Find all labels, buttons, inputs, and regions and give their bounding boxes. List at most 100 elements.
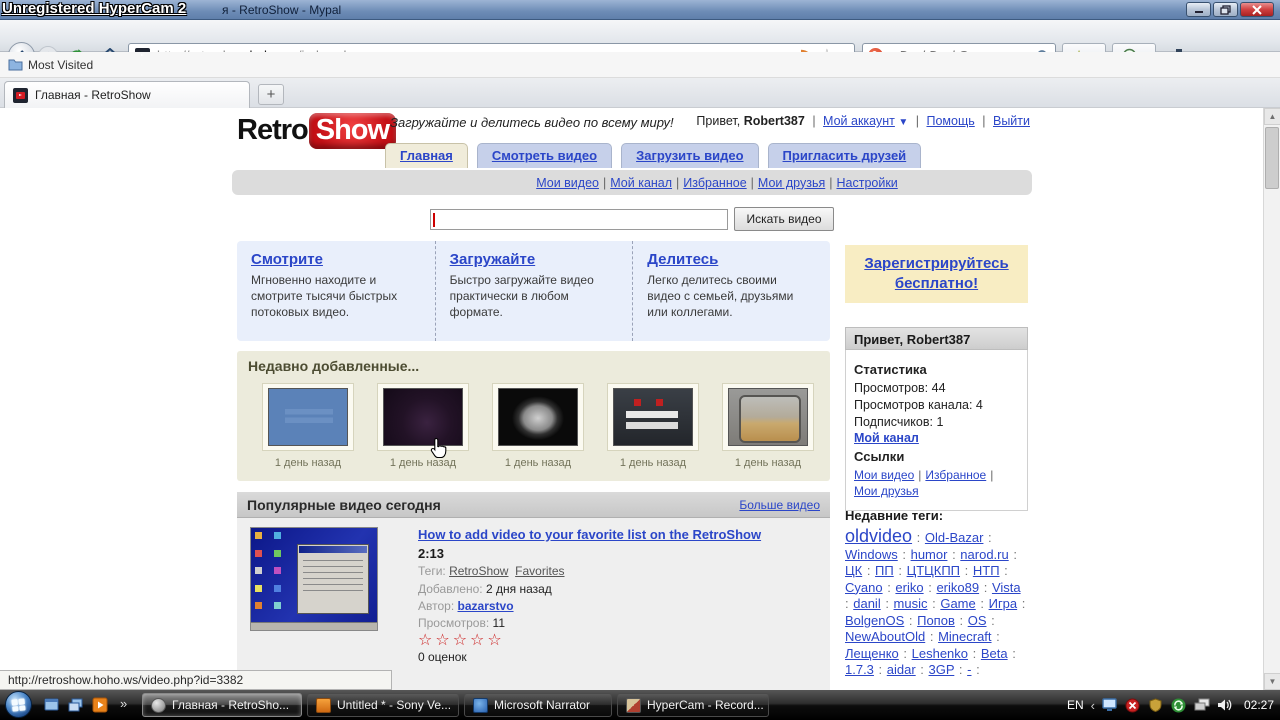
tab-active[interactable]: Главная - RetroShow bbox=[4, 81, 250, 108]
video-thumbnail[interactable] bbox=[498, 388, 578, 446]
popular-video-thumbnail[interactable] bbox=[250, 527, 378, 631]
nav-tab-watch[interactable]: Смотреть видео bbox=[477, 143, 612, 168]
rating-stars[interactable]: ☆☆☆☆☆ bbox=[418, 630, 823, 650]
retroshow-logo[interactable]: RetroShow bbox=[237, 114, 396, 147]
author-link[interactable]: bazarstvo bbox=[458, 599, 514, 613]
new-tab-button[interactable]: + bbox=[258, 84, 284, 105]
subnav-my-videos[interactable]: Мои видео bbox=[536, 176, 599, 190]
register-link[interactable]: Зарегистрируйтесьбесплатно! bbox=[864, 254, 1008, 295]
media-player-icon[interactable] bbox=[92, 697, 108, 713]
subnav-settings[interactable]: Настройки bbox=[836, 176, 897, 190]
tag-link[interactable]: Cyano bbox=[845, 580, 883, 595]
recent-video-4[interactable] bbox=[607, 383, 699, 451]
recent-video-3[interactable] bbox=[492, 383, 584, 451]
tag-link[interactable]: Windows bbox=[845, 547, 898, 562]
most-visited-bookmark[interactable]: Most Visited bbox=[28, 58, 93, 72]
nav-tab-home[interactable]: Главная bbox=[385, 143, 468, 168]
video-thumbnail[interactable] bbox=[383, 388, 463, 446]
tag-link[interactable]: Beta bbox=[981, 646, 1008, 661]
video-tag-link[interactable]: RetroShow bbox=[449, 564, 508, 578]
tray-security-icon[interactable] bbox=[1148, 697, 1164, 713]
tray-chevron[interactable]: ‹ bbox=[1091, 698, 1095, 713]
feature-share-link[interactable]: Делитесь bbox=[647, 251, 718, 268]
show-desktop-icon[interactable] bbox=[44, 697, 60, 713]
stats-my-friends-link[interactable]: Мои друзья bbox=[854, 484, 919, 498]
tag-link[interactable]: НТП bbox=[973, 563, 1000, 578]
taskbar-task-vegas[interactable]: Untitled * - Sony Ve... bbox=[307, 693, 459, 717]
tag-link[interactable]: ПП bbox=[875, 563, 894, 578]
help-link[interactable]: Помощь bbox=[926, 114, 974, 128]
logout-link[interactable]: Выйти bbox=[993, 114, 1030, 128]
tag-link[interactable]: oldvideo bbox=[845, 526, 912, 546]
video-search-input[interactable] bbox=[430, 209, 728, 230]
tag-link[interactable]: Vista bbox=[992, 580, 1021, 595]
video-thumbnail[interactable] bbox=[268, 388, 348, 446]
video-tag-link[interactable]: Favorites bbox=[515, 564, 564, 578]
tag-link[interactable]: Minecraft bbox=[938, 629, 991, 644]
tag-link[interactable]: eriko89 bbox=[936, 580, 979, 595]
language-indicator[interactable]: EN bbox=[1067, 698, 1084, 712]
feature-upload-link[interactable]: Загружайте bbox=[450, 251, 536, 268]
quicklaunch-overflow-chevron[interactable]: » bbox=[120, 696, 127, 711]
feature-watch-link[interactable]: Смотрите bbox=[251, 251, 323, 268]
tray-update-icon[interactable] bbox=[1171, 697, 1187, 713]
video-thumbnail[interactable] bbox=[728, 388, 808, 446]
tag-link[interactable]: danil bbox=[853, 596, 880, 611]
tag-link[interactable]: humor bbox=[911, 547, 948, 562]
tag-link[interactable]: 1.7.3 bbox=[845, 662, 874, 677]
account-dropdown-icon[interactable]: ▼ bbox=[898, 117, 908, 128]
tag-link[interactable]: Game bbox=[940, 596, 975, 611]
scrollbar-thumb[interactable] bbox=[1265, 127, 1279, 189]
subnav-favorites[interactable]: Избранное bbox=[683, 176, 746, 190]
taskbar-clock[interactable]: 02:27 bbox=[1244, 698, 1274, 712]
recent-video-1[interactable] bbox=[262, 383, 354, 451]
tag-link[interactable]: aidar bbox=[887, 662, 916, 677]
nav-tab-invite[interactable]: Пригласить друзей bbox=[768, 143, 922, 168]
close-button[interactable] bbox=[1240, 2, 1274, 17]
tag-link[interactable]: ЦТЦКПП bbox=[907, 563, 960, 578]
stats-my-videos-link[interactable]: Мои видео bbox=[854, 468, 914, 482]
scroll-up-arrow[interactable]: ▲ bbox=[1264, 108, 1280, 125]
tag-link[interactable]: Лещенко bbox=[845, 646, 899, 661]
restore-button[interactable] bbox=[1213, 2, 1238, 17]
stats-links: Мои видео Избранное Мои друзья bbox=[854, 467, 1019, 501]
page-scrollbar[interactable]: ▲ ▼ bbox=[1263, 108, 1280, 690]
tag-link[interactable]: narod.ru bbox=[960, 547, 1008, 562]
nav-tab-upload[interactable]: Загрузить видео bbox=[621, 143, 758, 168]
subnav-my-friends[interactable]: Мои друзья bbox=[758, 176, 825, 190]
my-account-link[interactable]: Мой аккаунт bbox=[823, 114, 895, 128]
tag-link[interactable]: Leshenko bbox=[912, 646, 968, 661]
tag-link[interactable]: Игра bbox=[989, 596, 1018, 611]
tag-link[interactable]: eriko bbox=[895, 580, 923, 595]
tag-link[interactable]: ЦК bbox=[845, 563, 862, 578]
scroll-down-arrow[interactable]: ▼ bbox=[1264, 673, 1280, 690]
more-videos-link[interactable]: Больше видео bbox=[739, 498, 820, 512]
subnav-my-channel[interactable]: Мой канал bbox=[610, 176, 672, 190]
my-channel-link[interactable]: Мой канал bbox=[854, 431, 919, 445]
tray-volume-icon[interactable] bbox=[1217, 697, 1233, 713]
switch-windows-icon[interactable] bbox=[68, 697, 84, 713]
tag-link[interactable]: music bbox=[894, 596, 928, 611]
popular-video-title-link[interactable]: How to add video to your favorite list o… bbox=[418, 527, 761, 542]
tag-link[interactable]: OS bbox=[968, 613, 987, 628]
taskbar-task-hypercam[interactable]: HyperCam - Record... bbox=[617, 693, 769, 717]
taskbar-task-narrator[interactable]: Microsoft Narrator bbox=[464, 693, 612, 717]
video-search-button[interactable]: Искать видео bbox=[734, 207, 834, 231]
tag-link[interactable]: NewAboutOld bbox=[845, 629, 925, 644]
minimize-button[interactable] bbox=[1186, 2, 1211, 17]
stats-favorites-link[interactable]: Избранное bbox=[925, 468, 986, 482]
tag-link[interactable]: Попов bbox=[917, 613, 955, 628]
taskbar-task-browser[interactable]: Главная - RetroSho... bbox=[142, 693, 302, 717]
tray-network-icon[interactable] bbox=[1194, 697, 1210, 713]
start-button[interactable] bbox=[5, 691, 32, 718]
tray-error-icon[interactable] bbox=[1125, 697, 1141, 713]
tag-link[interactable]: 3GP bbox=[929, 662, 955, 677]
text-caret bbox=[433, 213, 435, 227]
recent-video-2[interactable] bbox=[377, 383, 469, 451]
video-thumbnail[interactable] bbox=[613, 388, 693, 446]
tray-display-icon[interactable] bbox=[1102, 697, 1118, 713]
recent-video-5[interactable] bbox=[722, 383, 814, 451]
tag-link[interactable]: BolgenOS bbox=[845, 613, 904, 628]
tag-link[interactable]: Old-Bazar bbox=[925, 530, 984, 545]
tag-link[interactable]: - bbox=[967, 662, 971, 677]
